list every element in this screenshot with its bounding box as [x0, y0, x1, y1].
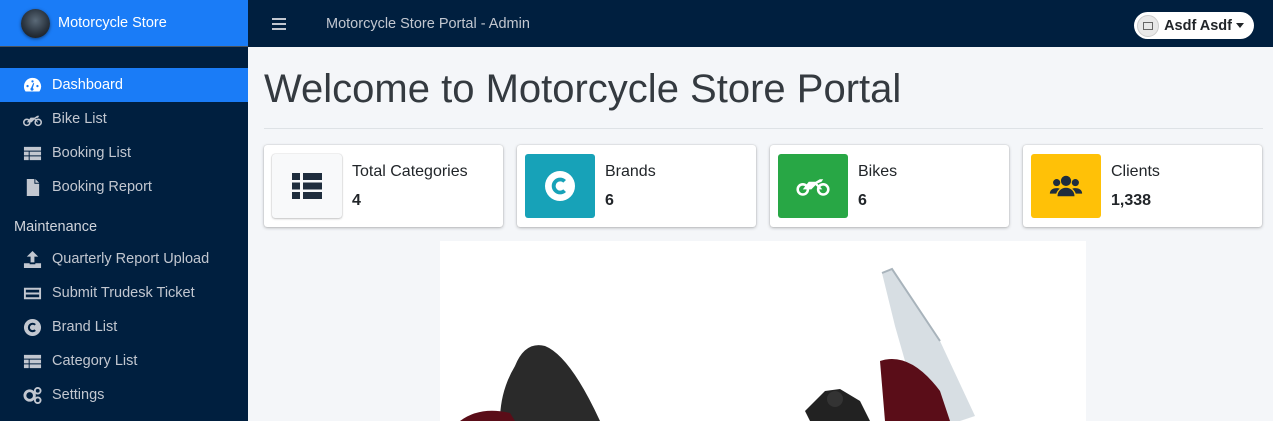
- main-content: Welcome to Motorcycle Store Portal Total…: [264, 47, 1263, 227]
- gears-icon: [23, 386, 42, 405]
- sidebar-item-bike-list[interactable]: Bike List: [0, 102, 248, 136]
- stat-value: 6: [858, 191, 867, 209]
- sidebar-item-quarterly-report-upload[interactable]: Quarterly Report Upload: [0, 242, 248, 276]
- user-menu-button[interactable]: Asdf Asdf: [1134, 12, 1254, 39]
- stat-label: Bikes: [858, 162, 898, 180]
- th-list-icon: [272, 154, 342, 218]
- brand-link[interactable]: Motorcycle Store: [0, 0, 248, 47]
- stat-label: Brands: [605, 162, 656, 180]
- sidebar-item-brand-list[interactable]: Brand List: [0, 310, 248, 344]
- table-icon: [23, 352, 42, 371]
- copyright-icon: [525, 154, 595, 218]
- stat-label: Total Categories: [352, 162, 468, 180]
- motorcycle-banner-image: [440, 241, 1086, 421]
- sidebar-item-label: Dashboard: [52, 77, 123, 93]
- avatar: [1137, 14, 1160, 37]
- sidebar-item-category-list[interactable]: Category List: [0, 344, 248, 378]
- sidebar-item-label: Submit Trudesk Ticket: [52, 285, 195, 301]
- sidebar-item-label: Booking List: [52, 145, 131, 161]
- brand-name: Motorcycle Store: [58, 15, 167, 31]
- stat-box-clients: Clients 1,338: [1023, 145, 1262, 227]
- divider: [264, 128, 1263, 129]
- sidebar-item-label: Booking Report: [52, 179, 152, 195]
- sidebar-item-submit-trudesk-ticket[interactable]: Submit Trudesk Ticket: [0, 276, 248, 310]
- page-title: Welcome to Motorcycle Store Portal: [264, 67, 902, 111]
- sidebar-nav: Dashboard Bike List Booking List Booking…: [0, 47, 248, 412]
- stat-box-categories: Total Categories 4: [264, 145, 503, 227]
- tachometer-icon: [23, 76, 42, 95]
- sidebar: Motorcycle Store Dashboard Bike List Boo…: [0, 0, 248, 421]
- sidebar-item-label: Settings: [52, 387, 105, 403]
- topbar-title: Motorcycle Store Portal - Admin: [326, 15, 530, 32]
- sidebar-item-label: Category List: [52, 353, 138, 369]
- stat-value: 1,338: [1111, 191, 1152, 209]
- users-icon: [1031, 154, 1101, 218]
- hamburger-icon[interactable]: [272, 17, 286, 30]
- user-name: Asdf Asdf: [1164, 17, 1232, 34]
- sidebar-item-booking-report[interactable]: Booking Report: [0, 170, 248, 204]
- stat-label: Clients: [1111, 162, 1160, 180]
- keyboard-icon: [23, 284, 42, 303]
- caret-down-icon: [1236, 23, 1244, 28]
- sidebar-item-label: Quarterly Report Upload: [52, 251, 210, 267]
- stat-box-bikes: Bikes 6: [770, 145, 1009, 227]
- copyright-icon: [23, 318, 42, 337]
- sidebar-item-dashboard[interactable]: Dashboard: [0, 68, 248, 102]
- brand-logo: [21, 8, 50, 38]
- sidebar-item-label: Brand List: [52, 319, 118, 335]
- stat-value: 4: [352, 191, 361, 209]
- stats-row: Total Categories 4 Brands 6 Bikes 6 Clie…: [264, 145, 1263, 227]
- file-icon: [23, 178, 42, 197]
- sidebar-item-settings[interactable]: Settings: [0, 378, 248, 412]
- motorcycle-icon: [778, 154, 848, 218]
- upload-icon: [23, 250, 42, 269]
- motorcycle-icon: [23, 110, 42, 129]
- sidebar-item-label: Bike List: [52, 111, 107, 127]
- topbar: Motorcycle Store Portal - Admin Asdf Asd…: [248, 0, 1273, 47]
- table-icon: [23, 144, 42, 163]
- stat-box-brands: Brands 6: [517, 145, 756, 227]
- sidebar-section-maintenance: Maintenance: [14, 219, 98, 235]
- stat-value: 6: [605, 191, 614, 209]
- sidebar-item-booking-list[interactable]: Booking List: [0, 136, 248, 170]
